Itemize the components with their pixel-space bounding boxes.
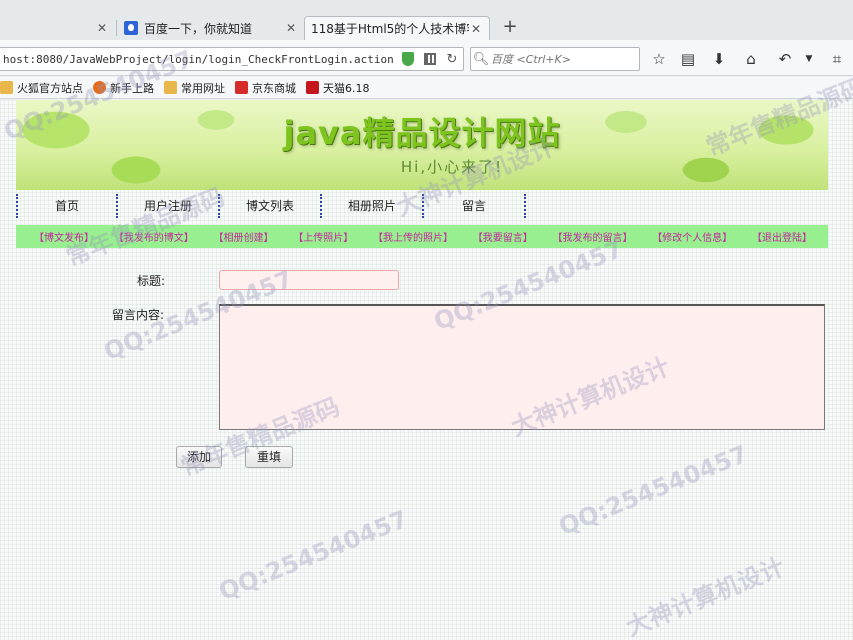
title-label: 标题:	[137, 274, 166, 288]
site-banner: java精品设计网站 Hi,小心来了!	[16, 100, 828, 190]
action-edit-profile[interactable]: 【修改个人信息】	[652, 229, 732, 244]
qr-code-icon[interactable]	[420, 49, 440, 69]
bookmark-label: 常用网址	[181, 81, 225, 95]
action-my-messages[interactable]: 【我发布的留言】	[553, 229, 633, 244]
content-label: 留言内容:	[112, 308, 165, 322]
undo-icon[interactable]: ↶	[774, 48, 796, 70]
bookmark-item[interactable]: 京东商城	[235, 80, 296, 96]
menu-blog-list[interactable]: 博文列表	[220, 194, 322, 218]
tab-baidu[interactable]: 百度一下，你就知道 ✕	[118, 16, 304, 40]
star-icon[interactable]: ☆	[648, 48, 670, 70]
site-subtitle: Hi,小心来了!	[400, 158, 504, 176]
download-icon[interactable]: ⬇	[708, 48, 730, 70]
url-text[interactable]: host:8080/JavaWebProject/login/login_Che…	[0, 53, 397, 66]
folder-icon	[164, 81, 177, 94]
reset-button[interactable]: 重填	[245, 446, 293, 468]
reload-icon[interactable]: ↻	[442, 49, 462, 69]
bookmark-item[interactable]: 火狐官方站点	[0, 80, 83, 96]
chevron-down-icon[interactable]: ▼	[798, 48, 820, 70]
menu-message[interactable]: 留言	[424, 194, 526, 218]
tmall-icon	[306, 81, 319, 94]
folder-icon	[0, 81, 13, 94]
action-publish-blog[interactable]: 【博文发布】	[34, 229, 94, 244]
bookmark-label: 天猫6.18	[323, 81, 370, 95]
search-box[interactable]: 🔍︎	[470, 47, 640, 71]
home-icon[interactable]: ⌂	[740, 48, 762, 70]
search-input[interactable]	[491, 52, 639, 66]
tab-title: 百度一下，你就知道	[144, 21, 253, 36]
action-leave-message[interactable]: 【我要留言】	[473, 229, 533, 244]
new-tab-button[interactable]: +	[500, 17, 520, 37]
action-create-album[interactable]: 【相册创建】	[214, 229, 274, 244]
user-action-bar: 【博文发布】 【我发布的博文】 【相册创建】 【上传照片】 【我上传的照片】 【…	[16, 225, 828, 248]
firefox-icon	[93, 81, 106, 94]
content-textarea[interactable]	[219, 304, 825, 430]
crop-icon[interactable]: ⌗	[826, 48, 848, 70]
close-icon[interactable]: ✕	[469, 22, 483, 36]
bookmark-item[interactable]: 新手上路	[93, 80, 154, 96]
action-my-blogs[interactable]: 【我发布的博文】	[114, 229, 194, 244]
menu-register[interactable]: 用户注册	[118, 194, 220, 218]
add-button[interactable]: 添加	[176, 446, 222, 468]
bookmark-item[interactable]: 常用网址	[164, 80, 225, 96]
shield-icon[interactable]	[398, 49, 418, 69]
site-title: java精品设计网站	[283, 114, 561, 152]
close-icon[interactable]: ✕	[284, 21, 298, 35]
close-icon[interactable]: ✕	[95, 21, 109, 35]
bookmark-label: 京东商城	[252, 81, 296, 95]
tab-bar: ✕ 百度一下，你就知道 ✕ 118基于Html5的个人技术博客的 ✕ +	[0, 0, 853, 40]
tab-separator	[116, 20, 117, 36]
action-upload-photo[interactable]: 【上传照片】	[293, 229, 353, 244]
tab-active[interactable]: 118基于Html5的个人技术博客的 ✕	[304, 16, 490, 40]
bookmarks-bar: 火狐官方站点 新手上路 常用网址 京东商城 天猫6.18	[0, 77, 853, 99]
action-my-photos[interactable]: 【我上传的照片】	[373, 229, 453, 244]
search-icon: 🔍︎	[472, 51, 490, 67]
menu-home[interactable]: 首页	[16, 194, 118, 218]
bookmark-label: 火狐官方站点	[17, 81, 83, 95]
page-body: java精品设计网站 Hi,小心来了! 首页 用户注册 博文列表 相册照片 留言…	[0, 100, 853, 640]
menu-photos[interactable]: 相册照片	[322, 194, 424, 218]
baidu-paw-icon	[124, 21, 138, 35]
main-menu: 首页 用户注册 博文列表 相册照片 留言	[16, 194, 526, 218]
action-logout[interactable]: 【退出登陆】	[752, 229, 812, 244]
jd-icon	[235, 81, 248, 94]
reading-list-icon[interactable]: ▤	[677, 48, 699, 70]
title-input[interactable]	[219, 270, 399, 290]
bookmark-label: 新手上路	[110, 81, 154, 95]
address-bar[interactable]: host:8080/JavaWebProject/login/login_Che…	[0, 47, 464, 71]
tab-title: 118基于Html5的个人技术博客的	[311, 22, 469, 36]
bookmark-item[interactable]: 天猫6.18	[306, 80, 370, 96]
tab-inactive[interactable]: ✕	[0, 16, 115, 40]
